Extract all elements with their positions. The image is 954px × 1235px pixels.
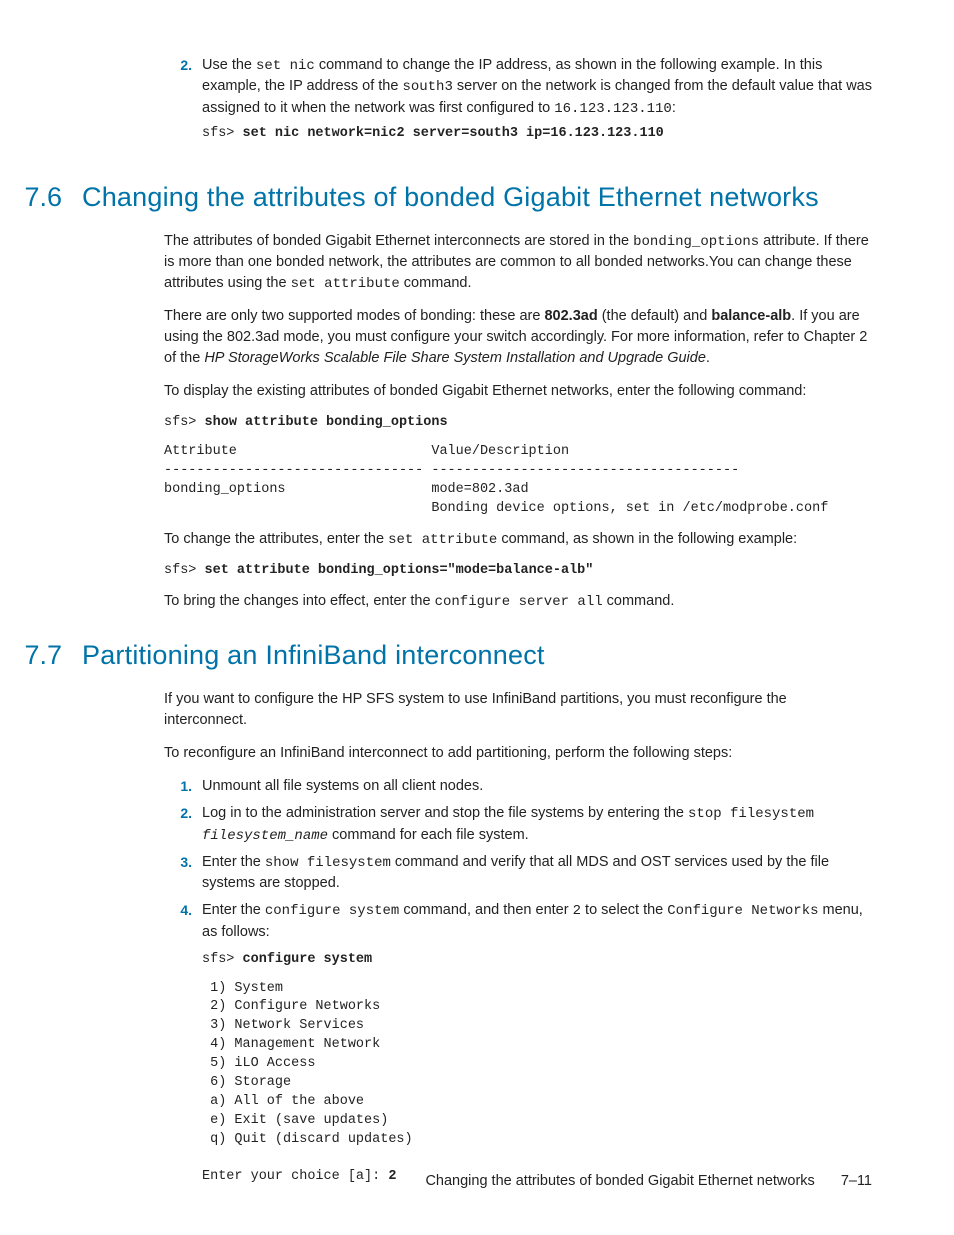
command: show attribute bonding_options xyxy=(205,415,448,430)
list-item-1: 1. Unmount all file systems on all clien… xyxy=(164,776,872,797)
text: To change the attributes, enter the xyxy=(164,531,388,547)
text: command, and then enter xyxy=(399,902,572,918)
inline-code: set attribute xyxy=(291,276,400,292)
text: Use the xyxy=(202,57,256,73)
paragraph: To change the attributes, enter the set … xyxy=(164,529,872,550)
text: command. xyxy=(400,275,472,291)
list-number: 4. xyxy=(164,900,202,1197)
inline-code: 2 xyxy=(573,903,581,919)
inline-code: show filesystem xyxy=(265,855,391,871)
list-body: Use the set nic command to change the IP… xyxy=(202,55,872,154)
inline-code: configure system xyxy=(265,903,399,919)
prompt: sfs> xyxy=(164,563,205,578)
section-7-6-body: The attributes of bonded Gigabit Etherne… xyxy=(164,231,872,613)
paragraph: To display the existing attributes of bo… xyxy=(164,381,872,402)
page-number: 7–11 xyxy=(841,1173,872,1189)
menu-text: 1) System 2) Configure Networks 3) Netwo… xyxy=(202,981,413,1185)
command: set attribute bonding_options="mode=bala… xyxy=(205,563,594,578)
list-body: Log in to the administration server and … xyxy=(202,803,872,846)
code-block: sfs> configure system xyxy=(202,951,872,970)
paragraph: To bring the changes into effect, enter … xyxy=(164,591,872,612)
paragraph: The attributes of bonded Gigabit Etherne… xyxy=(164,231,872,295)
text: command for each file system. xyxy=(328,827,529,843)
text: command. xyxy=(603,593,675,609)
page: 2. Use the set nic command to change the… xyxy=(0,0,954,1197)
text: To bring the changes into effect, enter … xyxy=(164,593,435,609)
list-item-3: 3. Enter the show filesystem command and… xyxy=(164,852,872,894)
prompt: sfs> xyxy=(202,126,243,141)
list-number: 1. xyxy=(164,776,202,797)
inline-code: set nic xyxy=(256,58,315,74)
inline-code: stop filesystem xyxy=(688,806,814,822)
paragraph: To reconfigure an InfiniBand interconnec… xyxy=(164,743,872,764)
section-title: Partitioning an InfiniBand interconnect xyxy=(82,640,872,671)
list-body: Enter the show filesystem command and ve… xyxy=(202,852,872,894)
code-block: sfs> show attribute bonding_options xyxy=(164,414,872,433)
section-number: 7.7 xyxy=(0,640,82,671)
code-block: sfs> set nic network=nic2 server=south3 … xyxy=(202,125,872,144)
text: to select the xyxy=(581,902,667,918)
text: The attributes of bonded Gigabit Etherne… xyxy=(164,233,633,249)
list-number: 2. xyxy=(164,55,202,154)
prompt: sfs> xyxy=(202,952,243,967)
code-output: 1) System 2) Configure Networks 3) Netwo… xyxy=(202,980,872,1188)
section-heading-7-7: 7.7 Partitioning an InfiniBand interconn… xyxy=(0,640,872,671)
text: : xyxy=(672,100,676,116)
section-number: 7.6 xyxy=(0,182,82,213)
section-title: Changing the attributes of bonded Gigabi… xyxy=(82,182,872,213)
inline-code: Configure Networks xyxy=(667,903,818,919)
text: command, as shown in the following examp… xyxy=(497,531,797,547)
text: Enter the xyxy=(202,902,265,918)
paragraph: There are only two supported modes of bo… xyxy=(164,306,872,369)
section-7-7-body: If you want to configure the HP SFS syst… xyxy=(164,689,872,1197)
list-item-4: 4. Enter the configure system command, a… xyxy=(164,900,872,1197)
bold-text: balance-alb xyxy=(711,308,791,324)
inline-code: 16.123.123.110 xyxy=(554,101,672,117)
text: (the default) and xyxy=(598,308,712,324)
text: There are only two supported modes of bo… xyxy=(164,308,544,324)
ordered-list-continuation: 2. Use the set nic command to change the… xyxy=(164,55,872,154)
text: Log in to the administration server and … xyxy=(202,805,688,821)
user-input: 2 xyxy=(388,1169,396,1184)
list-number: 2. xyxy=(164,803,202,846)
section-heading-7-6: 7.6 Changing the attributes of bonded Gi… xyxy=(0,182,872,213)
list-item-2: 2. Log in to the administration server a… xyxy=(164,803,872,846)
inline-code: south3 xyxy=(402,79,452,95)
list-item-2: 2. Use the set nic command to change the… xyxy=(164,55,872,154)
inline-code: set attribute xyxy=(388,532,497,548)
code-block: sfs> set attribute bonding_options="mode… xyxy=(164,562,872,581)
page-footer: Changing the attributes of bonded Gigabi… xyxy=(425,1173,872,1189)
inline-code: bonding_options xyxy=(633,234,759,250)
command: set nic network=nic2 server=south3 ip=16… xyxy=(243,126,664,141)
text: . xyxy=(706,350,710,366)
code-output: Attribute Value/Description ------------… xyxy=(164,443,872,519)
inline-code: configure server all xyxy=(435,594,603,610)
paragraph: If you want to configure the HP SFS syst… xyxy=(164,689,872,731)
list-number: 3. xyxy=(164,852,202,894)
list-body: Enter the configure system command, and … xyxy=(202,900,872,1197)
list-body: Unmount all file systems on all client n… xyxy=(202,776,872,797)
bold-text: 802.3ad xyxy=(544,308,597,324)
command: configure system xyxy=(243,952,373,967)
prompt: sfs> xyxy=(164,415,205,430)
footer-title: Changing the attributes of bonded Gigabi… xyxy=(425,1173,814,1189)
text: Enter the xyxy=(202,854,265,870)
italic-text: HP StorageWorks Scalable File Share Syst… xyxy=(204,350,706,366)
inline-code-italic: filesystem_name xyxy=(202,828,328,844)
